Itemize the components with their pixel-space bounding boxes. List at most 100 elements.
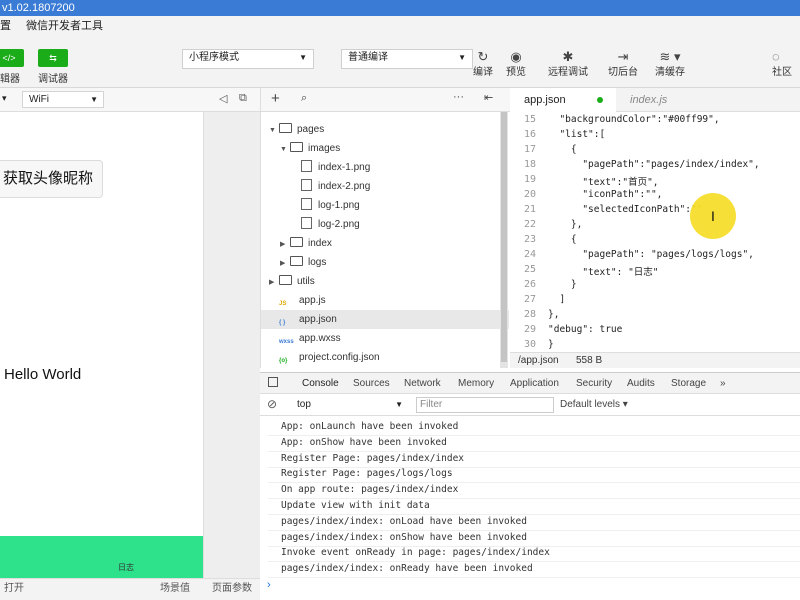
console-log-line: Register Page: pages/index/index	[281, 452, 465, 464]
code-line[interactable]: "text":"首页",	[548, 174, 658, 188]
preview-button[interactable]: ◉ 预览	[496, 48, 536, 80]
line-number: 30	[523, 339, 536, 350]
mode-select[interactable]: 小程序模式 ▼	[182, 49, 314, 69]
code-line[interactable]: "backgroundColor":"#00ff99",	[548, 114, 719, 125]
code-line[interactable]: {	[548, 144, 577, 155]
context-select[interactable]: top ▼	[293, 397, 405, 413]
inspect-icon[interactable]	[268, 377, 278, 387]
menu-item-devtools[interactable]: 微信开发者工具	[26, 20, 103, 32]
devtools-tab-network[interactable]: Network	[404, 373, 441, 395]
code-line[interactable]: "debug": true	[548, 324, 622, 335]
caret-down-icon[interactable]: ▼	[269, 121, 279, 140]
get-avatar-button[interactable]: 获取头像昵称	[0, 160, 103, 198]
add-file-icon[interactable]: +	[271, 90, 280, 107]
tree-item[interactable]: wxss app.wxss	[261, 329, 509, 348]
log-levels-value: Default levels	[560, 399, 621, 410]
community-button[interactable]: ◌ 社区	[772, 48, 800, 80]
line-number: 26	[523, 279, 536, 290]
tree-item-label: pages	[297, 124, 325, 135]
network-select[interactable]: WiFi ▼	[22, 91, 104, 108]
tree-item[interactable]: index-1.png	[261, 158, 531, 177]
chevron-down-icon[interactable]: ▾	[2, 93, 7, 104]
code-line[interactable]: },	[548, 309, 559, 320]
tree-item-label: log-2.png	[318, 219, 360, 230]
chat-icon: ◌	[772, 49, 780, 64]
console-filter-bar: ⊘ top ▼ Filter Default levels ▾	[260, 394, 800, 416]
image-file-icon	[301, 198, 312, 210]
collapse-panel-icon[interactable]: ⇤	[484, 91, 493, 104]
console-log-line: pages/index/index: onLoad have been invo…	[281, 515, 527, 527]
tree-item[interactable]: log-1.png	[261, 196, 531, 215]
console-log-line: Update view with init data	[281, 500, 430, 511]
caret-right-icon[interactable]: ▶	[280, 235, 290, 254]
volume-icon[interactable]: ◁	[219, 92, 227, 105]
code-line[interactable]: "pagePath":"pages/index/index",	[548, 159, 759, 170]
line-number: 28	[523, 309, 536, 320]
devtools-tab-audits[interactable]: Audits	[627, 373, 655, 395]
toolbar: </> 辑器 ⇆ 调试器 小程序模式 ▼ 普通编译 ▼ ↻ 编译 ◉ 预览 ✱ …	[0, 36, 800, 88]
popout-icon[interactable]: ⧉	[239, 92, 247, 105]
clear-cache-button[interactable]: ≋ ▾ 清缓存	[650, 48, 690, 80]
tree-item[interactable]: ▶ index	[261, 234, 520, 253]
caret-right-icon[interactable]: ▶	[269, 273, 279, 292]
devtools-tab-storage[interactable]: Storage	[671, 373, 706, 395]
more-icon[interactable]: ···	[453, 91, 464, 103]
menu-item-settings[interactable]: 置	[0, 20, 11, 32]
scene-button[interactable]: 场景值	[160, 579, 190, 599]
compile-select[interactable]: 普通编译 ▼	[341, 49, 473, 69]
console-log-line: Register Page: pages/logs/logs	[281, 468, 453, 480]
remote-debug-label: 远程调试	[548, 67, 588, 78]
console-prompt-icon[interactable]: ›	[267, 579, 271, 591]
line-number: 16	[523, 129, 536, 140]
explorer-scroll-thumb[interactable]	[501, 112, 507, 362]
code-line[interactable]: "selectedIconPath":""	[548, 204, 702, 215]
editor-toggle-button[interactable]: </>	[0, 49, 24, 67]
code-line[interactable]: ]	[548, 294, 565, 305]
image-file-icon	[301, 160, 312, 172]
tree-item[interactable]: ▶ utils	[261, 272, 509, 291]
caret-down-icon[interactable]: ▼	[280, 140, 290, 159]
tree-item-label: project.config.json	[299, 352, 380, 363]
tab-index-js[interactable]: index.js	[630, 88, 667, 112]
code-line[interactable]: },	[548, 219, 582, 230]
code-line[interactable]: }	[548, 279, 577, 290]
simulator-footer: 打开 场景值 页面参数	[0, 578, 260, 600]
tab-logs[interactable]: 日志	[118, 562, 134, 573]
code-line[interactable]: }	[548, 339, 554, 350]
log-divider	[268, 577, 800, 579]
page-params-button[interactable]: 页面参数	[212, 579, 252, 599]
console-log-line: App: onLaunch have been invoked	[281, 421, 459, 432]
tree-item[interactable]: index-2.png	[261, 177, 531, 196]
folder-icon	[290, 142, 303, 152]
tree-item[interactable]: ▶ logs	[261, 253, 520, 272]
code-line[interactable]: {	[548, 234, 577, 245]
open-button[interactable]: 打开	[4, 579, 24, 599]
tree-item[interactable]: { } app.json	[261, 310, 509, 329]
debugger-toggle-button[interactable]: ⇆	[38, 49, 68, 67]
tree-item[interactable]: {o} project.config.json	[261, 348, 509, 367]
tree-item[interactable]: ▼ pages	[261, 120, 509, 139]
tree-item-label: utils	[297, 276, 315, 287]
log-levels-select[interactable]: Default levels ▾	[560, 399, 628, 410]
code-line[interactable]: "pagePath": "pages/logs/logs",	[548, 249, 754, 260]
devtools-tab-application[interactable]: Application	[510, 373, 559, 395]
console-filter-input[interactable]: Filter	[416, 397, 554, 413]
console-log-line: On app route: pages/index/index	[281, 484, 459, 496]
clear-console-icon[interactable]: ⊘	[267, 397, 277, 411]
code-line[interactable]: "text": "日志"	[548, 264, 658, 278]
background-button[interactable]: ⇥ 切后台	[603, 48, 643, 80]
devtools-tab-security[interactable]: Security	[576, 373, 612, 395]
tree-item[interactable]: ▼ images	[261, 139, 520, 158]
caret-right-icon[interactable]: ▶	[280, 254, 290, 273]
code-line[interactable]: "list":[	[548, 129, 605, 140]
remote-debug-button[interactable]: ✱ 远程调试	[548, 48, 588, 80]
tree-item-label: index	[308, 238, 332, 249]
code-line[interactable]: "iconPath":"",	[548, 189, 662, 200]
tree-item[interactable]: JS app.js	[261, 291, 509, 310]
window-title: v1.02.1807200	[2, 2, 75, 14]
search-icon[interactable]: ⌕	[301, 92, 307, 105]
devtools-tab-sources[interactable]: Sources	[353, 373, 390, 395]
more-tabs-icon[interactable]: »	[720, 373, 726, 395]
tree-item[interactable]: log-2.png	[261, 215, 531, 234]
devtools-tab-memory[interactable]: Memory	[458, 373, 494, 395]
